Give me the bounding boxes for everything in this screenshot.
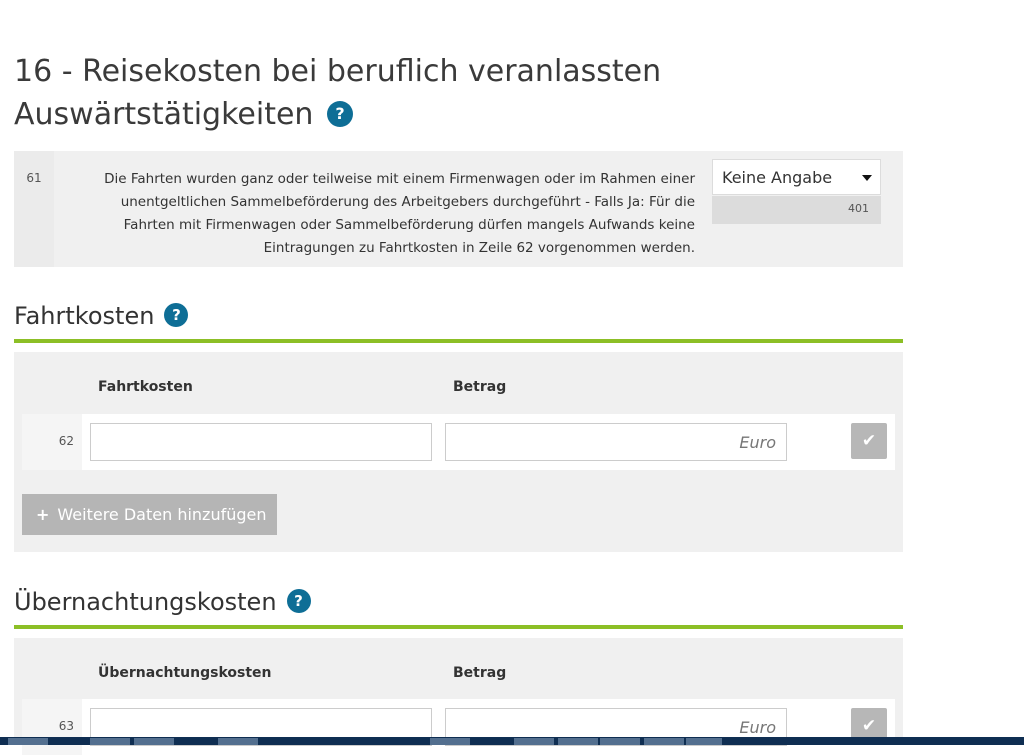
fahrtkosten-description-input[interactable]	[90, 423, 432, 461]
chevron-down-icon	[862, 175, 872, 181]
taskbar-item[interactable]	[686, 738, 722, 745]
plus-icon: +	[36, 505, 50, 524]
taskbar-item[interactable]	[558, 738, 598, 745]
fahrtkosten-amount-input[interactable]: Euro	[445, 423, 787, 461]
question-61-text: Die Fahrten wurden ganz oder teilweise m…	[104, 171, 695, 256]
taskbar	[0, 737, 1024, 745]
taskbar-item[interactable]	[430, 738, 470, 745]
line-number-62: 62	[22, 414, 82, 470]
add-more-data-label: Weitere Daten hinzufügen	[57, 505, 267, 524]
taskbar-item[interactable]	[600, 738, 640, 745]
question-61: 61 Die Fahrten wurden ganz oder teilweis…	[14, 151, 903, 267]
help-icon[interactable]: ?	[164, 303, 189, 327]
field-code-401: 401	[712, 196, 881, 224]
line-number-61: 61	[14, 151, 54, 267]
add-more-data-button[interactable]: + Weitere Daten hinzufügen	[22, 494, 277, 535]
help-icon[interactable]: ?	[286, 589, 311, 613]
taskbar-item[interactable]	[90, 738, 130, 745]
taskbar-item[interactable]	[218, 738, 258, 745]
taskbar-item[interactable]	[134, 738, 174, 745]
taskbar-item[interactable]	[514, 738, 554, 745]
table-row: 63 Euro ✔	[22, 699, 895, 755]
currency-unit: Euro	[739, 433, 776, 452]
column-header-amount: Betrag	[453, 665, 507, 681]
uebernachtungskosten-heading: Übernachtungskosten?	[14, 588, 311, 616]
fahrtkosten-panel: Fahrtkosten Betrag 62 Euro ✔ + Weitere Da…	[14, 352, 903, 552]
section-divider	[14, 339, 903, 343]
column-header-description: Fahrtkosten	[98, 379, 193, 395]
fahrtkosten-heading: Fahrtkosten?	[14, 302, 189, 330]
uebernachtungskosten-heading-text: Übernachtungskosten	[14, 588, 277, 616]
firmenwagen-select-value: Keine Angabe	[722, 168, 833, 187]
currency-unit: Euro	[739, 718, 776, 737]
column-header-amount: Betrag	[453, 379, 507, 395]
taskbar-item[interactable]	[644, 738, 684, 745]
start-button[interactable]	[8, 738, 48, 745]
page-title: 16 - Reisekosten bei beruflich veranlass…	[14, 50, 714, 136]
section-divider	[14, 625, 903, 629]
fahrtkosten-heading-text: Fahrtkosten	[14, 302, 155, 330]
help-icon[interactable]: ?	[326, 100, 353, 127]
firmenwagen-select[interactable]: Keine Angabe	[712, 159, 881, 195]
table-row: 62 Euro ✔	[22, 414, 895, 470]
line-number-63: 63	[22, 699, 82, 755]
column-header-description: Übernachtungskosten	[98, 665, 272, 681]
uebernachtungskosten-panel: Übernachtungskosten Betrag 63 Euro ✔	[14, 638, 903, 755]
check-icon[interactable]: ✔	[851, 423, 887, 459]
